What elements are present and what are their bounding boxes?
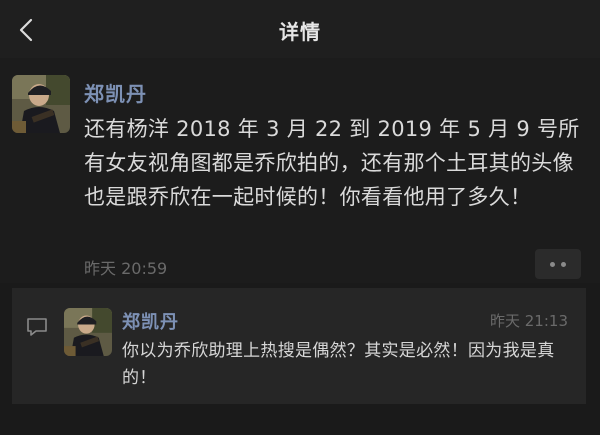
post-timestamp: 昨天 20:59 bbox=[84, 259, 168, 278]
post: 郑凯丹 还有杨洋 2018 年 3 月 22 到 2019 年 5 月 9 号所… bbox=[0, 58, 600, 283]
page-title: 详情 bbox=[279, 20, 321, 44]
comment-section: 郑凯丹 昨天 21:13 你以为乔欣助理上热搜是偶然？其实是必然！因为我是真的！ bbox=[12, 288, 586, 404]
post-text: 还有杨洋 2018 年 3 月 22 到 2019 年 5 月 9 号所有女友视… bbox=[84, 117, 580, 209]
comment-icon bbox=[27, 318, 47, 336]
post-author-name[interactable]: 郑凯丹 bbox=[84, 78, 147, 107]
avatar[interactable] bbox=[12, 75, 70, 133]
comment-author-name[interactable]: 郑凯丹 bbox=[122, 308, 179, 334]
more-dots-icon[interactable] bbox=[535, 249, 581, 279]
comment-text: 你以为乔欣助理上热搜是偶然？其实是必然！因为我是真的！ bbox=[122, 341, 555, 388]
top-bar: 详情 bbox=[0, 0, 600, 58]
avatar[interactable] bbox=[64, 308, 112, 356]
comment-timestamp: 昨天 21:13 bbox=[490, 312, 568, 330]
